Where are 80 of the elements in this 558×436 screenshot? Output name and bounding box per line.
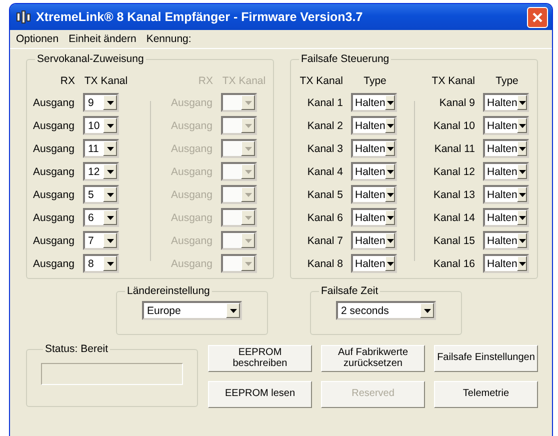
type-dropdown[interactable]: Halten [483, 185, 529, 204]
channel-label: Kanal 14 [432, 212, 475, 224]
group-title: Failsafe Steuerung [300, 53, 390, 65]
output-label: Ausgang [33, 212, 75, 224]
group-title: Ländereinstellung [126, 285, 211, 297]
channel-dropdown[interactable]: 5 [83, 185, 119, 204]
type-dropdown[interactable]: Halten [351, 116, 397, 135]
output-label: Ausgang [33, 120, 75, 132]
column-header: Type [494, 75, 520, 87]
output-label: Ausgang [171, 188, 213, 200]
type-dropdown[interactable]: Halten [483, 93, 529, 112]
channel-dropdown[interactable]: 12 [83, 162, 119, 181]
channel-label: Kanal 4 [306, 166, 343, 178]
group-title: Status: Bereit [44, 343, 110, 355]
output-label: Ausgang [171, 96, 213, 108]
group-title: Servokanal-Zuweisung [36, 53, 145, 65]
type-dropdown[interactable]: Halten [351, 231, 397, 250]
channel-label: Kanal 2 [306, 120, 343, 132]
channel-dropdown[interactable]: 10 [83, 116, 119, 135]
type-dropdown[interactable]: Halten [351, 93, 397, 112]
column-header: RX [59, 75, 75, 87]
action-button[interactable]: Telemetrie [434, 381, 538, 408]
channel-dropdown[interactable]: 6 [83, 208, 119, 227]
action-button[interactable]: Auf Fabrikwerte zurücksetzen [321, 345, 425, 372]
type-dropdown[interactable]: Halten [483, 231, 529, 250]
type-dropdown[interactable]: Halten [483, 162, 529, 181]
channel-label: Kanal 5 [306, 188, 343, 200]
channel-dropdown[interactable]: 8 [83, 254, 119, 273]
action-button[interactable]: EEPROM beschreiben [208, 345, 312, 372]
menu-item[interactable]: Einheit ändern [68, 33, 136, 45]
channel-label: Kanal 13 [432, 188, 475, 200]
channel-label: Kanal 10 [432, 120, 475, 132]
type-dropdown[interactable]: Halten [483, 254, 529, 273]
menu-item[interactable]: Optionen [16, 33, 59, 45]
output-label: Ausgang [171, 120, 213, 132]
channel-label: Kanal 8 [306, 258, 343, 270]
output-label: Ausgang [171, 258, 213, 270]
channel-label: Kanal 9 [438, 96, 475, 108]
output-label: Ausgang [33, 234, 75, 246]
channel-dropdown[interactable]: 9 [83, 93, 119, 112]
type-dropdown[interactable]: Halten [351, 185, 397, 204]
channel-dropdown[interactable]: 11 [83, 139, 119, 158]
output-label: Ausgang [171, 234, 213, 246]
channel-label: Kanal 7 [306, 234, 343, 246]
group-title: Failsafe Zeit [320, 285, 380, 297]
output-label: Ausgang [33, 188, 75, 200]
column-header: TX Kanal [221, 75, 267, 87]
type-dropdown[interactable]: Halten [351, 208, 397, 227]
channel-label: Kanal 15 [432, 234, 475, 246]
channel-label: Kanal 16 [432, 258, 475, 270]
output-label: Ausgang [171, 166, 213, 178]
column-header: TX Kanal [298, 75, 343, 87]
type-dropdown[interactable]: Halten [483, 208, 529, 227]
output-label: Ausgang [33, 258, 75, 270]
output-label: Ausgang [33, 142, 75, 154]
type-dropdown[interactable]: Halten [351, 139, 397, 158]
failsafe-time-dropdown[interactable]: 2 seconds [336, 301, 436, 320]
channel-dropdown[interactable]: 7 [83, 231, 119, 250]
output-label: Ausgang [171, 212, 213, 224]
type-dropdown[interactable]: Halten [483, 116, 529, 135]
menu-item[interactable]: Kennung: [146, 33, 192, 45]
action-button[interactable]: Failsafe Einstellungen [434, 345, 538, 372]
column-header: Type [362, 75, 388, 87]
output-label: Ausgang [171, 142, 213, 154]
type-dropdown[interactable]: Halten [483, 139, 529, 158]
window-title: XtremeLink® 8 Kanal Empfänger - Firmware Version3.7 [36, 10, 364, 24]
column-header: RX [197, 75, 213, 87]
channel-label: Kanal 12 [432, 166, 475, 178]
output-label: Ausgang [33, 96, 75, 108]
action-button[interactable]: EEPROM lesen [208, 381, 312, 408]
type-dropdown[interactable]: Halten [351, 162, 397, 181]
column-header: TX Kanal [83, 75, 129, 87]
country-dropdown[interactable]: Europe [142, 301, 242, 320]
channel-label: Kanal 3 [306, 142, 343, 154]
channel-label: Kanal 1 [306, 96, 343, 108]
channel-label: Kanal 11 [433, 142, 475, 154]
channel-label: Kanal 6 [306, 212, 343, 224]
column-header: TX Kanal [430, 75, 475, 87]
type-dropdown[interactable]: Halten [351, 254, 397, 273]
output-label: Ausgang [33, 166, 75, 178]
